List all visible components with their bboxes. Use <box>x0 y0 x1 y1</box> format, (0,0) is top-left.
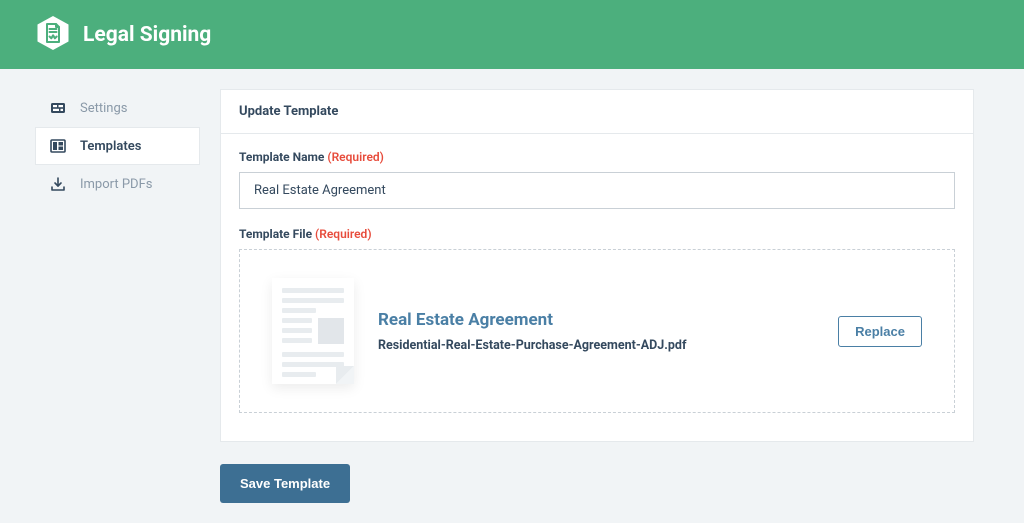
sidebar-item-label: Import PDFs <box>80 177 152 192</box>
sidebar-item-import-pdfs[interactable]: Import PDFs <box>35 165 200 203</box>
template-file-dropzone[interactable]: Real Estate Agreement Residential-Real-E… <box>239 249 955 413</box>
templates-icon <box>50 138 66 154</box>
label-text: Template Name <box>239 150 324 164</box>
document-logo-icon <box>35 15 71 55</box>
sidebar: Settings Templates Import PDFs <box>35 89 200 503</box>
import-icon <box>50 176 66 192</box>
file-filename: Residential-Real-Estate-Purchase-Agreeme… <box>378 338 838 353</box>
main-area: Update Template Template Name (Required)… <box>220 89 974 503</box>
template-file-label: Template File (Required) <box>239 227 955 241</box>
app-logo: Legal Signing <box>35 15 211 55</box>
label-text: Template File <box>239 227 312 241</box>
file-title: Real Estate Agreement <box>378 310 838 330</box>
app-title: Legal Signing <box>83 23 211 47</box>
sidebar-item-label: Settings <box>80 101 127 116</box>
save-template-button[interactable]: Save Template <box>220 464 350 503</box>
template-name-input[interactable] <box>239 172 955 209</box>
template-name-label: Template Name (Required) <box>239 150 955 164</box>
sidebar-item-templates[interactable]: Templates <box>35 127 200 165</box>
update-template-panel: Update Template Template Name (Required)… <box>220 89 974 442</box>
sidebar-item-settings[interactable]: Settings <box>35 89 200 127</box>
sidebar-item-label: Templates <box>80 139 141 154</box>
panel-title: Update Template <box>221 90 973 134</box>
panel-body: Template Name (Required) Template File (… <box>221 134 973 441</box>
required-marker: (Required) <box>327 150 383 164</box>
app-header: Legal Signing <box>0 0 1024 69</box>
required-marker: (Required) <box>315 227 371 241</box>
settings-icon <box>50 100 66 116</box>
document-thumb-icon <box>272 278 354 384</box>
file-info: Real Estate Agreement Residential-Real-E… <box>378 310 838 353</box>
content-area: Settings Templates Import PDFs Update Te… <box>0 69 1024 523</box>
replace-button[interactable]: Replace <box>838 316 922 347</box>
